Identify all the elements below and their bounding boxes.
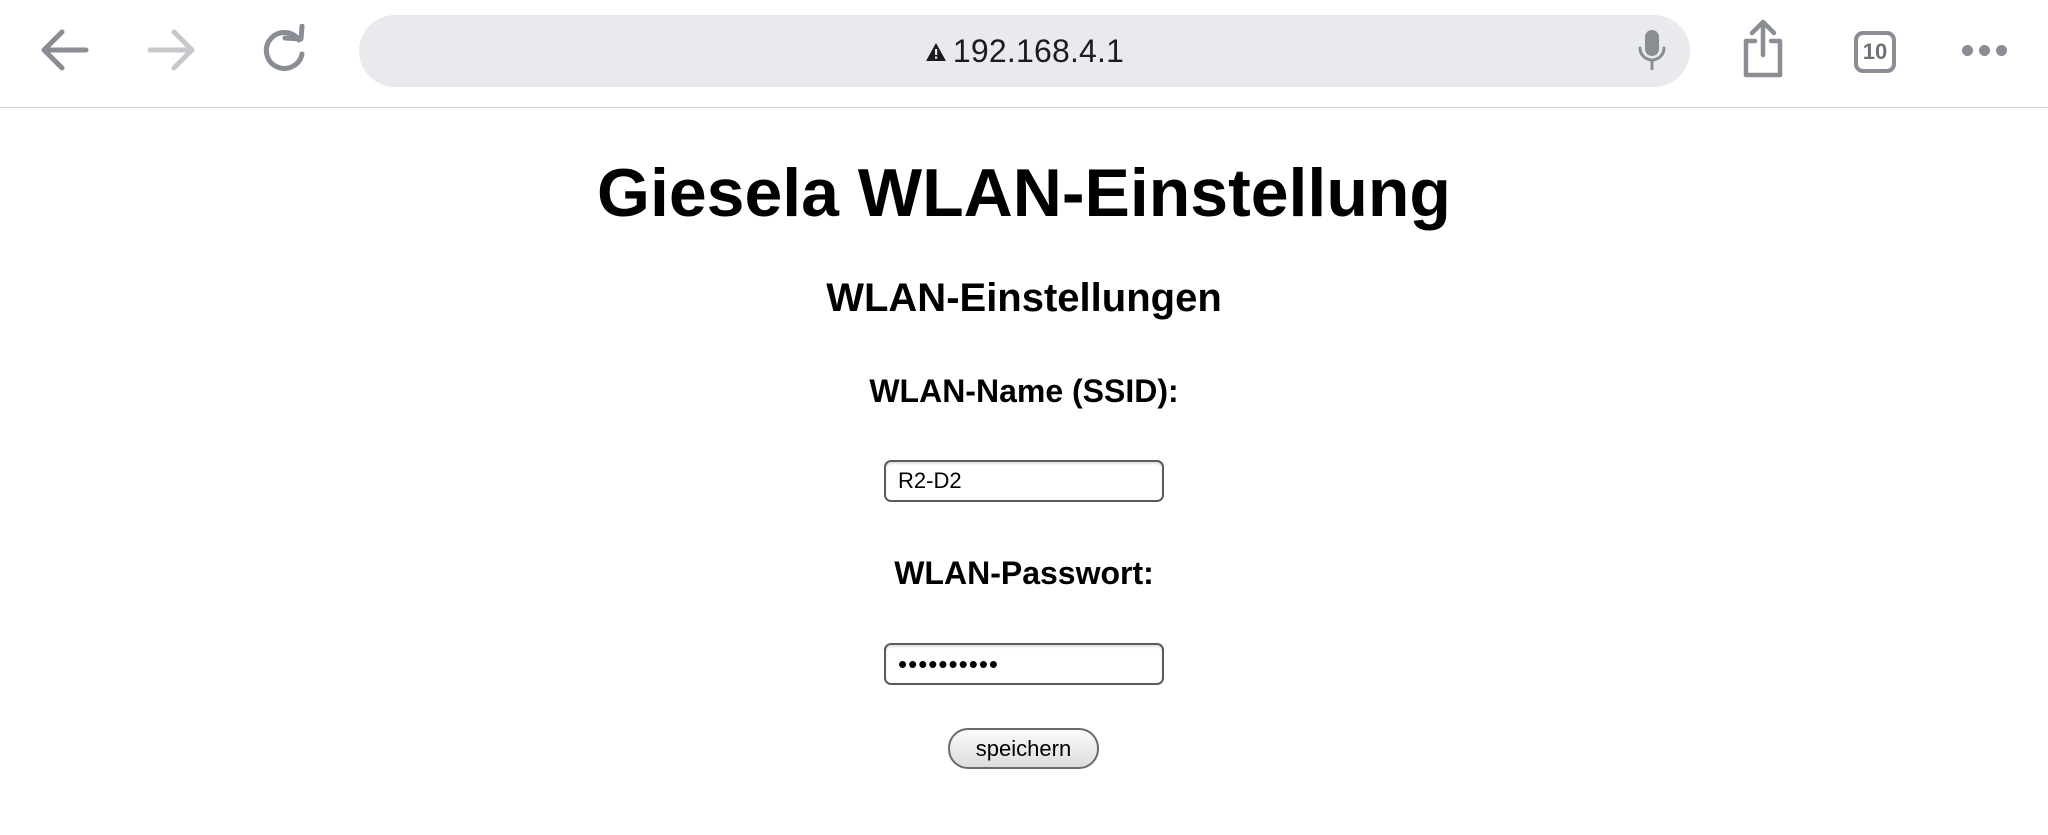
- share-button[interactable]: [1736, 16, 1790, 82]
- more-icon: [1959, 44, 2010, 56]
- share-icon: [1743, 19, 1783, 78]
- section-title: WLAN-Einstellungen: [826, 276, 1222, 320]
- more-button[interactable]: [1954, 30, 2014, 70]
- tabs-button[interactable]: 10: [1850, 27, 1900, 77]
- microphone-icon: [1638, 30, 1666, 70]
- page-content: Giesela WLAN-Einstellung WLAN-Einstellun…: [0, 108, 2048, 835]
- ssid-label: WLAN-Name (SSID):: [869, 373, 1179, 409]
- reload-button[interactable]: [254, 22, 314, 78]
- password-input[interactable]: [884, 643, 1164, 685]
- browser-toolbar: 192.168.4.1 10: [0, 0, 2048, 108]
- warning-triangle-icon: [925, 42, 947, 62]
- page-title: Giesela WLAN-Einstellung: [597, 155, 1451, 231]
- ssid-input[interactable]: [884, 460, 1164, 502]
- back-arrow-icon: [41, 29, 89, 71]
- url-text: 192.168.4.1: [952, 32, 1125, 69]
- address-bar[interactable]: 192.168.4.1: [359, 15, 1690, 87]
- reload-icon: [263, 24, 305, 71]
- tabs-icon: 10: [1854, 31, 1896, 73]
- address-bar-content: 192.168.4.1: [359, 15, 1690, 87]
- tab-count: 10: [1862, 39, 1888, 64]
- password-label: WLAN-Passwort:: [894, 555, 1154, 591]
- voice-search-button[interactable]: [1632, 27, 1672, 75]
- forward-button[interactable]: [142, 22, 202, 78]
- save-button[interactable]: speichern: [948, 728, 1099, 769]
- back-button[interactable]: [34, 22, 94, 78]
- forward-arrow-icon: [147, 29, 195, 71]
